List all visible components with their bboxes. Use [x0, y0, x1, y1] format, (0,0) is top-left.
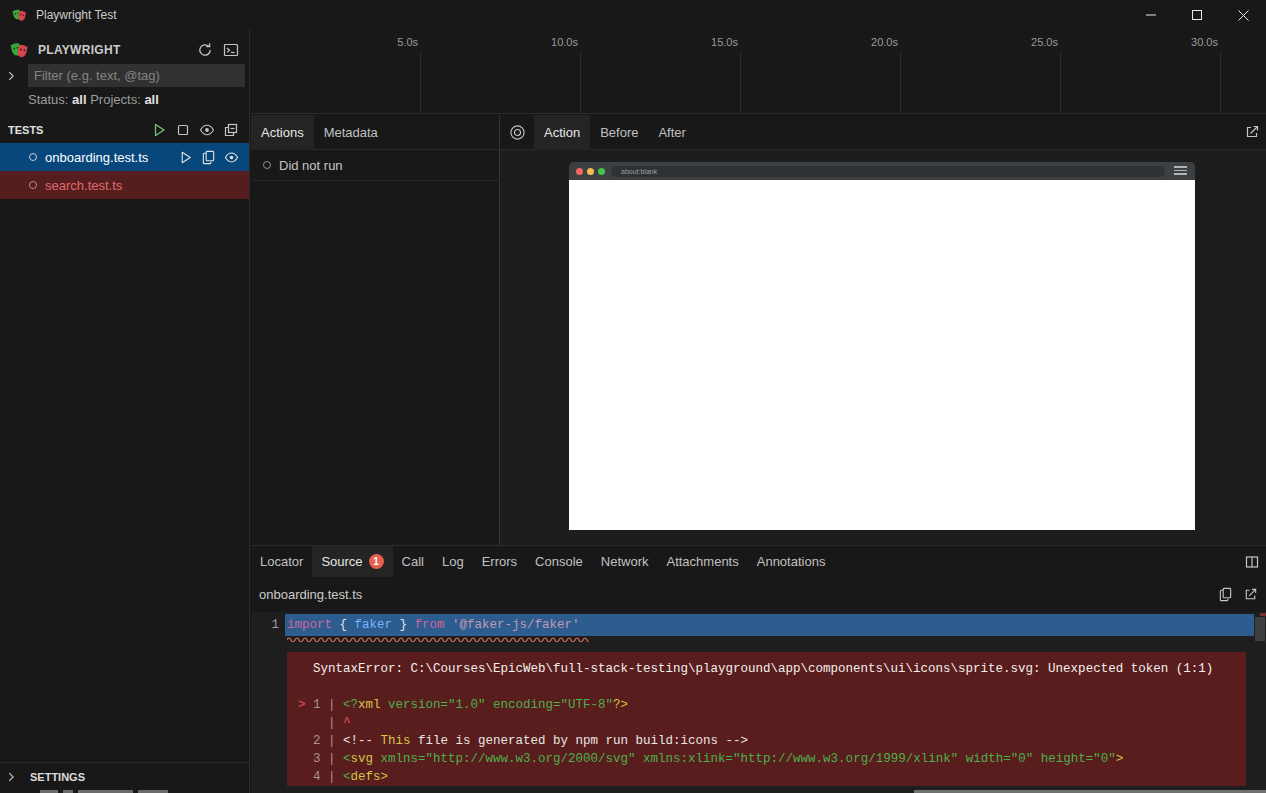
browser-titlebar: about:blank: [569, 162, 1195, 180]
window-title: Playwright Test: [36, 8, 116, 22]
maximize-button[interactable]: [1174, 0, 1220, 30]
close-button[interactable]: [1220, 0, 1266, 30]
source-code-line: import { faker } from '@faker-js/faker': [285, 614, 1254, 636]
source-error-badge: 1: [369, 554, 384, 569]
projects-value[interactable]: all: [144, 92, 158, 107]
tests-title: TESTS: [8, 124, 43, 136]
stop-icon[interactable]: [175, 122, 191, 138]
open-file-icon[interactable]: [201, 150, 216, 165]
snapshot-panel: Action Before After: [500, 115, 1266, 545]
status-label: Status:: [28, 92, 68, 107]
filter-row: [0, 63, 249, 89]
settings-section-header[interactable]: SETTINGS: [0, 762, 249, 790]
open-source-external-icon[interactable]: [1243, 587, 1258, 602]
status-value[interactable]: all: [72, 92, 86, 107]
error-frame-line: 4 | <defs>: [298, 768, 1246, 786]
tab-annotations[interactable]: Annotations: [748, 546, 835, 577]
error-squiggle-icon: [287, 636, 589, 642]
tab-after[interactable]: After: [648, 115, 695, 150]
sidebar-title: PLAYWRIGHT: [38, 43, 121, 57]
settings-title: SETTINGS: [30, 771, 85, 783]
details-panel: Locator Source1 Call Log Errors Console …: [251, 545, 1266, 793]
snapshot-body: about:blank: [500, 150, 1266, 545]
error-frame-line: 3 | <svg xmlns="http://www.w3.org/2000/s…: [298, 750, 1246, 768]
tab-log[interactable]: Log: [433, 546, 473, 577]
did-not-run-row[interactable]: Did not run: [251, 150, 499, 181]
source-file-name: onboarding.test.ts: [259, 587, 362, 602]
sidebar-header: PLAYWRIGHT: [0, 36, 249, 64]
tab-action[interactable]: Action: [534, 115, 590, 150]
browser-address-bar: about:blank: [611, 166, 1165, 177]
error-frame-line: | ^: [298, 714, 1246, 732]
status-circle-icon: [263, 161, 271, 169]
test-row-onboarding[interactable]: onboarding.test.ts: [0, 143, 249, 171]
actions-panel: Actions Metadata Did not run: [251, 115, 500, 545]
browser-page-content: [569, 180, 1195, 530]
split-view-icon[interactable]: [1238, 554, 1266, 570]
titlebar: Playwright Test: [0, 0, 1266, 30]
test-name: onboarding.test.ts: [45, 150, 148, 165]
vertical-scrollbar[interactable]: [1255, 617, 1265, 641]
tab-console[interactable]: Console: [526, 546, 592, 577]
browser-url: about:blank: [621, 168, 657, 175]
watch-all-icon[interactable]: [199, 122, 215, 138]
projects-label: Projects:: [90, 92, 141, 107]
source-view[interactable]: 1 import { faker } from '@faker-js/faker…: [251, 612, 1266, 793]
browser-maximize-dot-icon: [598, 168, 605, 175]
browser-minimize-dot-icon: [587, 168, 594, 175]
terminal-icon[interactable]: [223, 42, 239, 58]
test-status-circle-icon: [29, 153, 37, 161]
sidebar: PLAYWRIGHT Status: all Projects: all: [0, 30, 250, 793]
chevron-right-icon[interactable]: [4, 69, 20, 83]
source-filebar: onboarding.test.ts: [251, 577, 1266, 612]
did-not-run-label: Did not run: [279, 158, 343, 173]
timeline[interactable]: 5.0s 10.0s 15.0s 20.0s 25.0s 30.0s: [251, 30, 1266, 114]
filter-input[interactable]: [28, 64, 245, 87]
test-status-circle-icon: [29, 181, 37, 189]
tab-locator[interactable]: Locator: [251, 546, 312, 577]
browser-close-dot-icon: [576, 168, 583, 175]
playwright-test-window: Playwright Test PLAYWRIGHT: [0, 0, 1266, 793]
watch-test-icon[interactable]: [224, 150, 239, 165]
playwright-logo-icon: [12, 7, 28, 23]
copy-file-path-icon[interactable]: [1218, 587, 1233, 602]
tab-metadata[interactable]: Metadata: [314, 115, 388, 150]
run-all-icon[interactable]: [151, 122, 167, 138]
tab-attachments[interactable]: Attachments: [657, 546, 747, 577]
test-row-search[interactable]: search.test.ts: [0, 171, 249, 199]
error-frame-line: 2 | <!-- This file is generated by npm r…: [298, 732, 1246, 750]
test-name: search.test.ts: [45, 178, 122, 193]
tab-network[interactable]: Network: [592, 546, 658, 577]
status-line: Status: all Projects: all: [28, 92, 159, 110]
error-frame-line: > 1 | <?xml version="1.0" encoding="UTF-…: [298, 696, 1246, 714]
minimize-button[interactable]: [1128, 0, 1174, 30]
tab-actions[interactable]: Actions: [251, 115, 314, 150]
collapse-all-icon[interactable]: [223, 122, 239, 138]
run-test-icon[interactable]: [178, 150, 193, 165]
chevron-right-icon: [4, 770, 20, 784]
main-area: 5.0s 10.0s 15.0s 20.0s 25.0s 30.0s Actio…: [251, 30, 1266, 793]
overview-error-mark: [1260, 613, 1266, 616]
tests-section-header: TESTS: [0, 117, 249, 143]
open-snapshot-external-icon[interactable]: [1238, 124, 1266, 140]
actions-tabbar: Actions Metadata: [251, 115, 499, 150]
tab-before[interactable]: Before: [590, 115, 648, 150]
error-block: SyntaxError: C:\Courses\EpicWeb\full-sta…: [287, 652, 1246, 786]
browser-menu-icon: [1174, 166, 1187, 177]
tab-call[interactable]: Call: [393, 546, 433, 577]
test-list: onboarding.test.ts search.test.ts: [0, 143, 249, 199]
reload-icon[interactable]: [197, 42, 213, 58]
source-line-1: 1 import { faker } from '@faker-js/faker…: [251, 614, 1266, 636]
tab-source[interactable]: Source1: [312, 546, 392, 577]
details-tabbar: Locator Source1 Call Log Errors Console …: [251, 546, 1266, 577]
line-number: 1: [251, 614, 285, 636]
playwright-masks-icon: [10, 40, 30, 60]
snapshot-tabbar: Action Before After: [500, 115, 1266, 150]
tab-errors[interactable]: Errors: [473, 546, 526, 577]
pick-locator-icon[interactable]: [500, 115, 534, 150]
error-message: SyntaxError: C:\Courses\EpicWeb\full-sta…: [298, 660, 1246, 678]
browser-snapshot: about:blank: [569, 162, 1195, 530]
